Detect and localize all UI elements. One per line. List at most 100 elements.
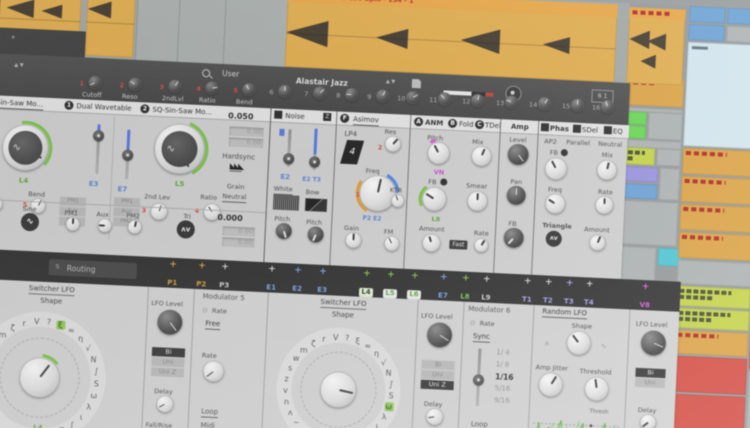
tab-sdel[interactable]: SDel	[582, 126, 598, 135]
clip-cell[interactable]	[678, 232, 750, 261]
ring-glyph[interactable]: ω	[89, 391, 98, 400]
pitch2-knob[interactable]	[307, 226, 324, 243]
delay-knob[interactable]	[156, 395, 174, 413]
value-box[interactable]: 0.00	[222, 237, 254, 247]
triangle-wave-icon[interactable]: ʌv	[545, 230, 562, 247]
drag-cross-icon[interactable]: +	[261, 265, 283, 275]
osc1-mod-tag[interactable]: L4	[19, 177, 29, 185]
macro-knob[interactable]	[505, 95, 519, 109]
ring-glyph[interactable]: ʃ	[67, 420, 76, 428]
ring-glyph[interactable]: ∫	[92, 366, 101, 375]
phas-mix-knob[interactable]	[597, 160, 618, 181]
ring-glyph[interactable]: r	[319, 334, 328, 343]
sdel-badge[interactable]	[573, 125, 581, 133]
clip-cell[interactable]	[679, 204, 750, 233]
ring-glyph[interactable]: ξ	[353, 336, 362, 345]
ring-glyph[interactable]: ξ	[56, 320, 65, 329]
level-knob[interactable]	[507, 144, 529, 166]
ring-glyph[interactable]: λ	[84, 402, 93, 411]
noise-slider-2[interactable]	[313, 128, 318, 170]
drag-cross-icon[interactable]: +	[578, 280, 600, 290]
macro-knob[interactable]	[168, 79, 182, 93]
mod-source-P3[interactable]: +P3	[213, 263, 236, 292]
drag-cross-icon[interactable]: +	[287, 266, 309, 276]
filter-icon[interactable]: 4	[340, 140, 364, 164]
rnd-shape-knob[interactable]	[566, 331, 591, 356]
anm-pitch-knob[interactable]	[427, 142, 450, 165]
dur-knob[interactable]	[0, 196, 3, 212]
pm1-knob[interactable]	[66, 217, 81, 232]
ap2-label[interactable]: AP2	[544, 137, 557, 146]
ring-glyph[interactable]: ?	[342, 333, 351, 342]
mod-source-V8[interactable]: +V8	[633, 283, 656, 312]
b-badge[interactable]: B	[448, 119, 457, 128]
ring-glyph[interactable]: m	[299, 345, 308, 354]
threshold-knob[interactable]	[584, 376, 609, 401]
value-box[interactable]: 0.00	[229, 126, 263, 137]
eq-badge[interactable]	[604, 126, 612, 134]
macro-knob[interactable]	[438, 92, 452, 106]
macro-knob[interactable]	[88, 76, 102, 90]
lfo-level-knob[interactable]	[157, 309, 183, 335]
panel-title[interactable]: Modulator 5	[202, 292, 244, 302]
macro-knob[interactable]	[242, 83, 256, 97]
polarity-selector[interactable]: Bi Uni Uni Z	[151, 347, 185, 378]
polarity-bi[interactable]: Bi	[152, 347, 185, 358]
polarity-uniz[interactable]: Uni Z	[421, 380, 454, 391]
panel-title[interactable]: Random LFO	[542, 307, 587, 319]
wavetable-icon[interactable]: ◣◣◣	[230, 162, 243, 172]
grain-label[interactable]: Grain	[227, 182, 245, 191]
ring-glyph[interactable]: S	[386, 390, 395, 399]
drag-cross-icon[interactable]: +	[516, 277, 538, 287]
clip-cell[interactable]	[676, 286, 750, 309]
c-badge[interactable]: C	[475, 120, 484, 129]
drag-cross-icon[interactable]: +	[634, 283, 656, 293]
ring-glyph[interactable]: v	[281, 385, 290, 394]
mod-source-T2[interactable]: +T2	[537, 278, 560, 307]
ring-glyph[interactable]: ~	[292, 417, 301, 426]
ring-glyph[interactable]: ≈	[67, 326, 76, 335]
tab-eq[interactable]: EQ	[613, 127, 623, 135]
device-title[interactable]: Asimov	[353, 115, 379, 126]
mod-tag[interactable]: E2	[280, 173, 290, 181]
clip-cell[interactable]	[677, 260, 750, 287]
pm2-knob[interactable]	[128, 220, 143, 235]
clip-cell[interactable]	[673, 330, 748, 357]
ring-glyph[interactable]: n	[282, 397, 291, 406]
mod-source-P2[interactable]: +P2	[190, 262, 213, 291]
polarity-uni[interactable]: Uni	[635, 378, 665, 388]
e3-slider[interactable]	[95, 124, 100, 174]
clip-cell[interactable]	[670, 394, 746, 428]
ktr-knob[interactable]	[391, 194, 405, 208]
rate-knob[interactable]	[474, 238, 489, 253]
parallel-label[interactable]: Parallel	[566, 138, 590, 147]
rate-option[interactable]: 1/ 8	[495, 359, 509, 371]
e7-tag[interactable]: E7	[117, 185, 127, 193]
panel-title[interactable]: Modulator 6	[468, 305, 510, 315]
device-title[interactable]: Amp	[511, 123, 529, 132]
drag-cross-icon[interactable]: +	[455, 274, 477, 284]
mod-source-P1[interactable]: +P1	[161, 260, 184, 289]
mod-tag[interactable]: P2 E2	[362, 215, 381, 224]
value-box[interactable]: 0.00	[229, 137, 263, 148]
amp-jitter-knob[interactable]	[538, 372, 563, 397]
macro-knob[interactable]	[601, 100, 615, 114]
slider-handle[interactable]	[122, 149, 134, 161]
smear-knob[interactable]	[467, 191, 488, 212]
mod-tag[interactable]: L8	[431, 215, 440, 223]
stack-opt[interactable]: PM1	[60, 196, 86, 206]
drag-cross-icon[interactable]: +	[312, 267, 334, 277]
lfo-level-knob[interactable]	[427, 322, 453, 348]
lfo-level-knob[interactable]	[640, 330, 666, 356]
clip-cell[interactable]	[659, 168, 680, 201]
polarity-selector[interactable]: Bi Uni	[635, 368, 666, 388]
ring-glyph[interactable]: z	[282, 374, 291, 383]
mod-source-T1[interactable]: +T1	[516, 277, 539, 306]
amp-fb-knob[interactable]	[503, 227, 524, 248]
ring-glyph[interactable]: ζ	[309, 338, 318, 347]
ring-glyph[interactable]: √	[379, 357, 388, 366]
clip-cell[interactable]	[683, 42, 750, 149]
tab2-badge[interactable]: 2	[140, 104, 149, 113]
noise-thumbnail[interactable]	[273, 195, 300, 211]
e3-tag[interactable]: E3	[89, 180, 99, 188]
